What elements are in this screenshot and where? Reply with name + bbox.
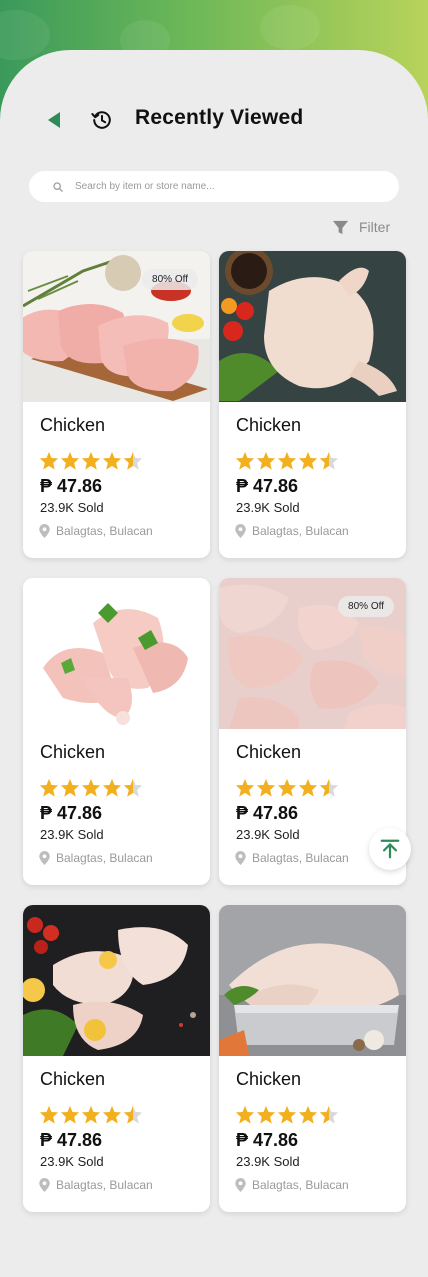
page-header: Recently Viewed — [0, 98, 428, 142]
star-icon — [39, 778, 59, 797]
page-title: Recently Viewed — [135, 106, 304, 129]
star-rating — [235, 778, 340, 797]
location-pin-icon — [235, 524, 246, 538]
star-icon — [60, 778, 80, 797]
product-card[interactable]: Chicken ₱ 47.86 23.9K Sold Balagtas, Bul… — [219, 251, 406, 558]
star-rating — [39, 451, 144, 470]
star-rating — [39, 778, 144, 797]
product-price: ₱ 47.86 — [40, 476, 103, 496]
location-text: Balagtas, Bulacan — [252, 851, 349, 865]
star-icon — [277, 451, 297, 470]
star-icon — [60, 1105, 80, 1124]
half-star-icon — [319, 451, 339, 470]
location-text: Balagtas, Bulacan — [56, 524, 153, 538]
store-location: Balagtas, Bulacan — [39, 524, 153, 538]
product-name: Chicken — [40, 742, 106, 762]
star-icon — [102, 778, 122, 797]
star-rating — [235, 1105, 340, 1124]
scroll-to-top-button[interactable] — [369, 828, 411, 870]
location-pin-icon — [39, 851, 50, 865]
product-price: ₱ 47.86 — [40, 1130, 103, 1150]
star-icon — [277, 1105, 297, 1124]
star-icon — [298, 451, 318, 470]
star-icon — [81, 451, 101, 470]
star-icon — [102, 1105, 122, 1124]
star-icon — [102, 451, 122, 470]
half-star-icon — [319, 1105, 339, 1124]
product-price: ₱ 47.86 — [236, 1130, 299, 1150]
half-star-icon — [319, 778, 339, 797]
star-icon — [39, 1105, 59, 1124]
product-image — [23, 905, 210, 1056]
location-pin-icon — [39, 524, 50, 538]
star-icon — [81, 1105, 101, 1124]
search-icon — [53, 181, 63, 192]
search-bar[interactable] — [29, 171, 399, 202]
location-pin-icon — [235, 851, 246, 865]
product-price: ₱ 47.86 — [40, 803, 103, 823]
location-text: Balagtas, Bulacan — [56, 851, 153, 865]
star-icon — [298, 1105, 318, 1124]
discount-badge: 80% Off — [142, 269, 198, 290]
sold-count: 23.9K Sold — [40, 500, 104, 515]
sold-count: 23.9K Sold — [236, 827, 300, 842]
star-icon — [235, 451, 255, 470]
star-icon — [256, 1105, 276, 1124]
location-text: Balagtas, Bulacan — [252, 524, 349, 538]
product-card[interactable]: 80% Off Chicken ₱ 47.86 23.9K Sold Balag… — [23, 251, 210, 558]
star-icon — [256, 778, 276, 797]
product-name: Chicken — [40, 415, 106, 435]
half-star-icon — [123, 778, 143, 797]
star-icon — [81, 778, 101, 797]
product-image — [219, 251, 406, 402]
sold-count: 23.9K Sold — [40, 827, 104, 842]
search-input[interactable] — [75, 181, 375, 192]
star-icon — [235, 778, 255, 797]
arrow-up-to-top-icon — [380, 839, 400, 859]
sold-count: 23.9K Sold — [236, 500, 300, 515]
location-pin-icon — [235, 1178, 246, 1192]
product-card[interactable]: Chicken ₱ 47.86 23.9K Sold Balagtas, Bul… — [219, 905, 406, 1212]
product-name: Chicken — [236, 415, 302, 435]
product-card[interactable]: Chicken ₱ 47.86 23.9K Sold Balagtas, Bul… — [23, 905, 210, 1212]
store-location: Balagtas, Bulacan — [39, 851, 153, 865]
star-icon — [39, 451, 59, 470]
back-arrow-icon — [48, 112, 60, 128]
store-location: Balagtas, Bulacan — [235, 851, 349, 865]
product-name: Chicken — [236, 1069, 302, 1089]
product-price: ₱ 47.86 — [236, 803, 299, 823]
product-image: 80% Off — [219, 578, 406, 729]
location-text: Balagtas, Bulacan — [252, 1178, 349, 1192]
product-name: Chicken — [40, 1069, 106, 1089]
product-image — [219, 905, 406, 1056]
store-location: Balagtas, Bulacan — [39, 1178, 153, 1192]
store-location: Balagtas, Bulacan — [235, 524, 349, 538]
back-button[interactable] — [40, 106, 68, 134]
star-icon — [60, 451, 80, 470]
half-star-icon — [123, 1105, 143, 1124]
star-icon — [256, 451, 276, 470]
product-price: ₱ 47.86 — [236, 476, 299, 496]
discount-badge: 80% Off — [338, 596, 394, 617]
location-text: Balagtas, Bulacan — [56, 1178, 153, 1192]
product-image — [23, 578, 210, 729]
star-rating — [39, 1105, 144, 1124]
product-image: 80% Off — [23, 251, 210, 402]
star-icon — [277, 778, 297, 797]
product-card[interactable]: Chicken ₱ 47.86 23.9K Sold Balagtas, Bul… — [23, 578, 210, 885]
history-icon — [91, 111, 111, 129]
filter-label: Filter — [359, 219, 391, 235]
history-button[interactable] — [88, 106, 116, 134]
filter-button[interactable]: Filter — [332, 217, 390, 237]
filter-icon — [332, 220, 349, 234]
location-pin-icon — [39, 1178, 50, 1192]
sold-count: 23.9K Sold — [236, 1154, 300, 1169]
half-star-icon — [123, 451, 143, 470]
product-name: Chicken — [236, 742, 302, 762]
star-rating — [235, 451, 340, 470]
store-location: Balagtas, Bulacan — [235, 1178, 349, 1192]
star-icon — [298, 778, 318, 797]
sold-count: 23.9K Sold — [40, 1154, 104, 1169]
star-icon — [235, 1105, 255, 1124]
